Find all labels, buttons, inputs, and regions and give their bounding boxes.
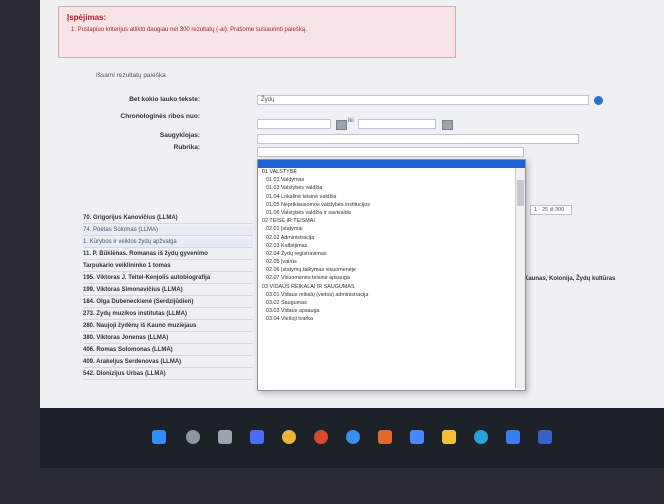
- result-row[interactable]: 280. Naujoji žydėnų iš Kauno muziejaus: [83, 322, 253, 332]
- date-from-label: Chronologinės ribos nuo:: [120, 113, 200, 120]
- settings-icon[interactable]: [506, 430, 520, 444]
- result-row[interactable]: 380. Viktoras Jonenas (LLMA): [83, 334, 253, 344]
- folder-icon[interactable]: [442, 430, 456, 444]
- dropdown-option[interactable]: 01 VALSTYBĖ: [258, 168, 525, 176]
- chrome-icon[interactable]: [282, 430, 296, 444]
- warning-message: 1. Puslapiuo kriterijus atlikto daugiau …: [71, 27, 307, 33]
- section-title: Išsami rezultatų paieška: [96, 72, 166, 79]
- dropdown-option[interactable]: 03.04 Viešoji tvarka: [258, 315, 525, 323]
- result-row[interactable]: 1. Kūrybos ir veiklos žydų apžvalga: [83, 238, 253, 248]
- dropdown-option[interactable]: 03.01 Vidaus reikalų (vietos) administra…: [258, 291, 525, 299]
- dropdown-option[interactable]: 01.05 Nepriklausomos valstybės instituci…: [258, 201, 525, 209]
- dropdown-option[interactable]: 01.06 Valstybės valdžia ir savivalda: [258, 209, 525, 217]
- dropdown-option[interactable]: 02.06 Įstatymų taikymas visuomenėje: [258, 266, 525, 274]
- result-row[interactable]: 406. Romas Šolomonas (LLMA): [83, 346, 253, 356]
- dropdown-option[interactable]: 02.07 Visuomenės teisinė apsauga: [258, 274, 525, 282]
- dropdown-option[interactable]: 02.04 Žydų registravimas: [258, 250, 525, 258]
- task-view-icon[interactable]: [218, 430, 232, 444]
- search-icon[interactable]: [186, 430, 200, 444]
- result-row[interactable]: 195. Viktoras J. Teitel-Kenjolis autobio…: [83, 274, 253, 284]
- result-row[interactable]: 184. Olga Dubeneckienė (Šerdzijūdien): [83, 298, 253, 308]
- any-field-input[interactable]: Žydų: [257, 95, 589, 105]
- browser-icon[interactable]: [314, 430, 328, 444]
- result-row[interactable]: 409. Arakeljus Šerdenovas (LLMA): [83, 358, 253, 368]
- rubric-select[interactable]: [257, 147, 524, 157]
- help-icon[interactable]: [594, 96, 603, 105]
- dropdown-option[interactable]: 02.01 Įstatymai: [258, 225, 525, 233]
- collection-select[interactable]: [257, 134, 579, 144]
- date-to-label: iki: [348, 118, 354, 124]
- calendar-to-icon[interactable]: [442, 120, 453, 130]
- taskbar: [40, 408, 664, 468]
- dropdown-option[interactable]: 02.03 Kalbėjimas: [258, 242, 525, 250]
- drop-icon[interactable]: [410, 430, 424, 444]
- any-field-label: Bet kokio lauko tekste:: [129, 96, 200, 103]
- date-to-input[interactable]: [358, 119, 436, 129]
- calendar-from-icon[interactable]: [336, 120, 347, 130]
- result-row[interactable]: 199. Viktoras Šimonavičius (LLMA): [83, 286, 253, 296]
- dropdown-option[interactable]: 01.01 Valdymas: [258, 176, 525, 184]
- dropdown-scroll-thumb[interactable]: [517, 180, 524, 206]
- store-icon[interactable]: [538, 430, 552, 444]
- collection-label: Saugyklojas:: [159, 132, 200, 139]
- dropdown-options: 01 VALSTYBĖ 01.01 Valdymas 01.03 Valstybės…: [258, 168, 525, 324]
- dropdown-option[interactable]: 03.02 Saugumas: [258, 299, 525, 307]
- dropdown-option[interactable]: 01.04 Lokalinė teisinė valdžia: [258, 193, 525, 201]
- dropdown-option[interactable]: 02.02 Administracija: [258, 234, 525, 242]
- result-row[interactable]: Tarpukario veiklininko 1 tomas: [83, 262, 253, 272]
- dropdown-selected-option[interactable]: [258, 160, 525, 168]
- result-row[interactable]: 542. Dionizijus Urbas (LLMA): [83, 370, 253, 380]
- warning-title: Įspėjimas:: [67, 13, 107, 22]
- date-from-input[interactable]: [257, 119, 331, 129]
- dropdown-scrollbar[interactable]: [515, 168, 525, 388]
- dropdown-option[interactable]: 01.03 Valstybės valdžia: [258, 184, 525, 192]
- dropdown-option[interactable]: 03 VIDAUS REIKALAI IR SAUGUMAS: [258, 283, 525, 291]
- edge-icon[interactable]: [474, 430, 488, 444]
- chat-icon[interactable]: [250, 430, 264, 444]
- result-row[interactable]: 11. P. Būklėnas. Romanas iš žydų gyvenim…: [83, 250, 253, 260]
- rubric-dropdown[interactable]: 01 VALSTYBĖ 01.01 Valdymas 01.03 Valstybės…: [257, 159, 526, 391]
- result-row[interactable]: 273. Žydų muzikos institutas (LLMA): [83, 310, 253, 320]
- dropdown-option[interactable]: 02.05 Įvairūs: [258, 258, 525, 266]
- start-icon[interactable]: [152, 430, 166, 444]
- browser-page: Įspėjimas: 1. Puslapiuo kriterijus atlik…: [40, 0, 664, 408]
- dropdown-option[interactable]: 02 TEISĖ IR TEISMAI: [258, 217, 525, 225]
- app-icon[interactable]: [346, 430, 360, 444]
- dropdown-option[interactable]: 03.03 Vidaus apsauga: [258, 307, 525, 315]
- result-row[interactable]: 70. Grigorijus Kanovičius (LLMA): [83, 214, 253, 224]
- rubric-label: Rubrika:: [173, 144, 200, 151]
- warning-box: Įspėjimas: 1. Puslapiuo kriterijus atlik…: [58, 6, 456, 58]
- office-icon[interactable]: [378, 430, 392, 444]
- pager-select[interactable]: 1 - 25 iš 300: [530, 205, 572, 215]
- result-keywords: Kaunas, Kolonija, Žydų kultūras: [524, 276, 616, 282]
- result-row[interactable]: 74. Poetas Šolomas (LLMA): [83, 226, 253, 236]
